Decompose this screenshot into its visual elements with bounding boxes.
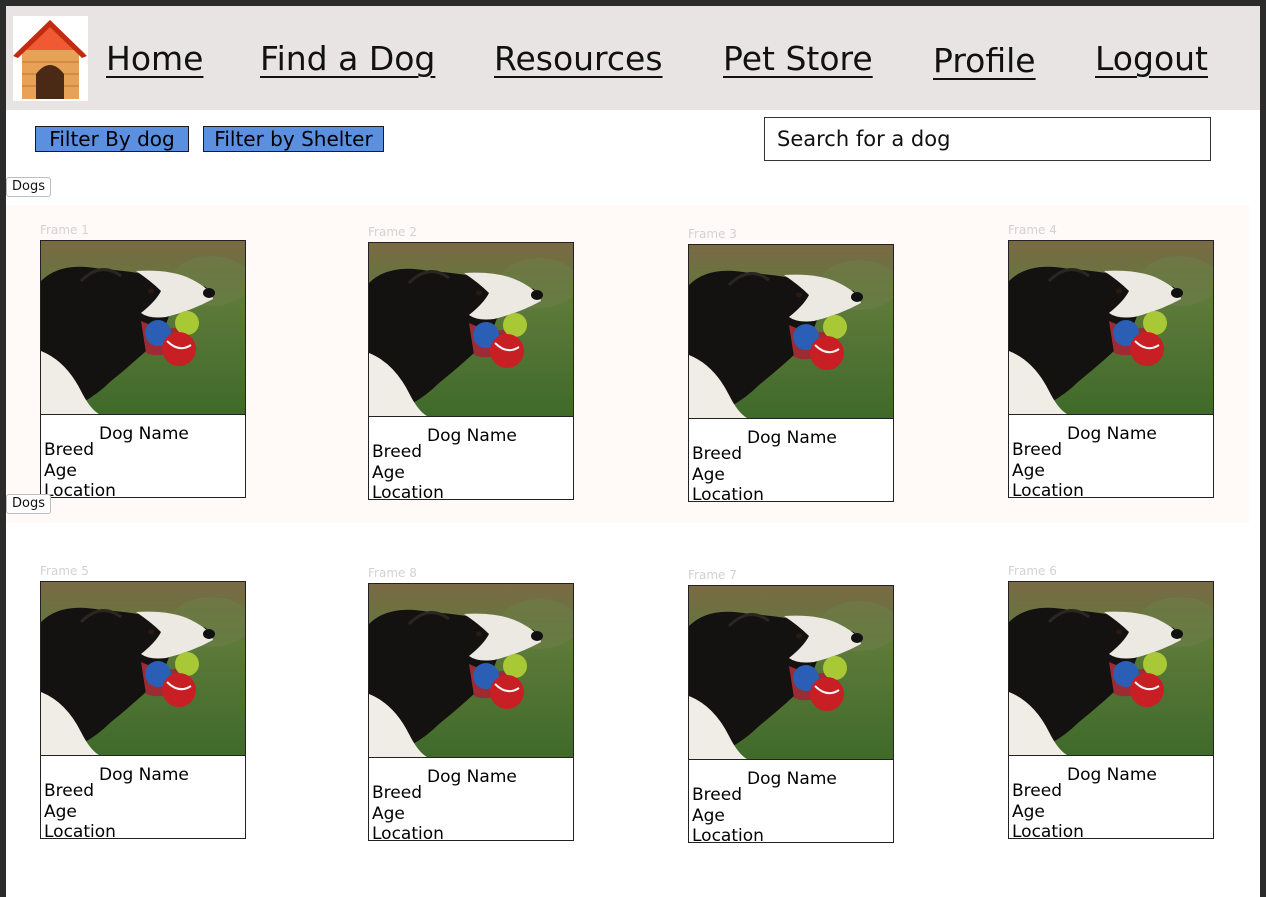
app-canvas: Home Find a Dog Resources Pet Store Prof… <box>6 6 1260 897</box>
search-input[interactable] <box>764 117 1211 161</box>
nav-logout[interactable]: Logout <box>1095 39 1208 79</box>
dog-card[interactable]: Dog Name Breed Age Location <box>1008 240 1214 498</box>
dog-name: Dog Name <box>99 424 189 444</box>
dog-breed: Breed <box>44 781 94 801</box>
dog-age: Age <box>372 463 405 483</box>
dog-name: Dog Name <box>747 428 837 448</box>
dog-card[interactable]: Dog Name Breed Age Location <box>368 583 574 841</box>
top-nav: Home Find a Dog Resources Pet Store Prof… <box>6 6 1260 110</box>
dog-age: Age <box>372 804 405 824</box>
dog-photo <box>369 243 573 417</box>
frame-label: Frame 8 <box>368 566 417 580</box>
doghouse-icon[interactable] <box>13 16 88 101</box>
dog-photo <box>689 245 893 419</box>
dog-card[interactable]: Dog Name Breed Age Location <box>1008 581 1214 839</box>
section-tag-dogs: Dogs <box>6 494 51 514</box>
dog-photo <box>41 582 245 756</box>
dog-card-info: Dog Name Breed Age Location <box>689 420 893 501</box>
dog-photo <box>1009 241 1213 415</box>
dog-location: Location <box>44 481 116 497</box>
filter-by-dog-button[interactable]: Filter By dog <box>35 126 189 152</box>
dog-location: Location <box>1012 822 1084 838</box>
dog-name: Dog Name <box>427 767 517 787</box>
dog-age: Age <box>44 461 77 481</box>
dog-photo <box>41 241 245 415</box>
dog-location: Location <box>692 485 764 501</box>
dog-location: Location <box>692 826 764 842</box>
dog-location: Location <box>372 483 444 499</box>
dog-card-info: Dog Name Breed Age Location <box>41 416 245 497</box>
dog-card[interactable]: Dog Name Breed Age Location <box>368 242 574 500</box>
nav-pet-store[interactable]: Pet Store <box>723 39 873 79</box>
dog-card[interactable]: Dog Name Breed Age Location <box>40 581 246 839</box>
dog-card-info: Dog Name Breed Age Location <box>1009 757 1213 838</box>
dog-name: Dog Name <box>1067 424 1157 444</box>
dog-age: Age <box>1012 461 1045 481</box>
dog-name: Dog Name <box>99 765 189 785</box>
dog-location: Location <box>1012 481 1084 497</box>
dog-photo <box>1009 582 1213 756</box>
dog-card-info: Dog Name Breed Age Location <box>1009 416 1213 497</box>
section-tag-dogs: Dogs <box>6 177 51 197</box>
dog-age: Age <box>692 806 725 826</box>
dog-age: Age <box>1012 802 1045 822</box>
dog-card-info: Dog Name Breed Age Location <box>369 418 573 499</box>
frame-label: Frame 6 <box>1008 564 1057 578</box>
dog-breed: Breed <box>372 783 422 803</box>
frame-label: Frame 1 <box>40 223 89 237</box>
dog-breed: Breed <box>1012 781 1062 801</box>
nav-home[interactable]: Home <box>106 39 203 79</box>
dog-card[interactable]: Dog Name Breed Age Location <box>40 240 246 498</box>
dog-name: Dog Name <box>1067 765 1157 785</box>
frame-label: Frame 5 <box>40 564 89 578</box>
dog-breed: Breed <box>44 440 94 460</box>
nav-resources[interactable]: Resources <box>494 39 663 79</box>
dog-breed: Breed <box>692 785 742 805</box>
nav-profile[interactable]: Profile <box>933 41 1036 81</box>
filter-by-shelter-button[interactable]: Filter by Shelter <box>203 126 384 152</box>
dog-location: Location <box>44 822 116 838</box>
dog-card-info: Dog Name Breed Age Location <box>689 761 893 842</box>
dog-card[interactable]: Dog Name Breed Age Location <box>688 585 894 843</box>
dog-location: Location <box>372 824 444 840</box>
dog-name: Dog Name <box>747 769 837 789</box>
frame-label: Frame 4 <box>1008 223 1057 237</box>
frame-label: Frame 7 <box>688 568 737 582</box>
dog-age: Age <box>44 802 77 822</box>
dog-card-info: Dog Name Breed Age Location <box>369 759 573 840</box>
nav-find-a-dog[interactable]: Find a Dog <box>260 39 435 79</box>
frame-label: Frame 2 <box>368 225 417 239</box>
dog-breed: Breed <box>692 444 742 464</box>
dog-photo <box>369 584 573 758</box>
dog-card-info: Dog Name Breed Age Location <box>41 757 245 838</box>
dog-photo <box>689 586 893 760</box>
dog-card[interactable]: Dog Name Breed Age Location <box>688 244 894 502</box>
frame-label: Frame 3 <box>688 227 737 241</box>
dog-age: Age <box>692 465 725 485</box>
dog-name: Dog Name <box>427 426 517 446</box>
dog-breed: Breed <box>1012 440 1062 460</box>
dog-breed: Breed <box>372 442 422 462</box>
